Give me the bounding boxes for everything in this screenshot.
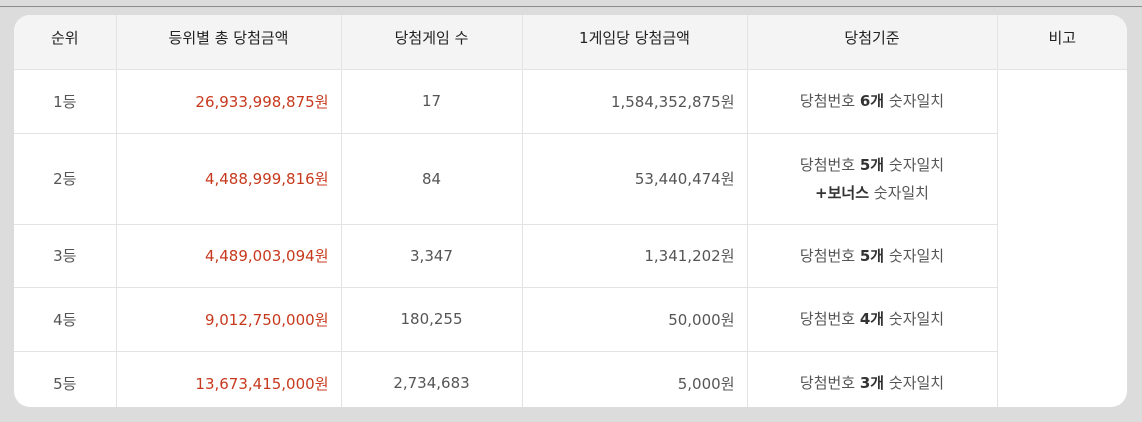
prize-table: 순위 등위별 총 당첨금액 당첨게임 수 1게임당 당첨금액 당첨기준 비고 1… — [14, 15, 1127, 407]
criteria-count: 6개 — [859, 92, 885, 110]
criteria-cell: 당첨번호 3개 숫자일치 — [746, 351, 997, 407]
criteria-cell: 당첨번호 4개 숫자일치 — [746, 287, 997, 352]
criteria-bonus-text: +보너스 숫자일치 — [748, 179, 997, 207]
rank-cell: 5등 — [53, 374, 77, 393]
criteria-suffix: 숫자일치 — [884, 374, 945, 393]
total-prize-cell: 9,012,750,000원 — [115, 287, 341, 352]
per-game-cell: 1,584,352,875원 — [521, 69, 747, 134]
criteria-text: 당첨번호 5개 숫자일치 — [748, 242, 997, 270]
criteria-bonus: +보너스 — [815, 183, 869, 202]
criteria-suffix: 숫자일치 — [884, 92, 945, 110]
header-winners: 당첨게임 수 — [340, 15, 522, 70]
total-prize-cell: 26,933,998,875원 — [115, 69, 341, 134]
criteria-cell: 당첨번호 6개 숫자일치 — [746, 69, 997, 134]
criteria-cell: 당첨번호 5개 숫자일치 — [746, 224, 997, 288]
criteria-prefix: 당첨번호 — [799, 374, 860, 393]
criteria-text: 당첨번호 4개 숫자일치 — [748, 305, 997, 333]
table-row: 1등 26,933,998,875원 17 1,584,352,875원 당첨번… — [14, 69, 1127, 407]
rank-cell: 4등 — [14, 287, 116, 352]
criteria-cell: 당첨번호 5개 숫자일치 +보너스 숫자일치 — [746, 133, 997, 225]
per-game-cell: 5,000원 — [521, 351, 747, 407]
table-row: 2등 4,488,999,816원 84 53,440,474원 당첨번호 5개… — [14, 133, 1127, 225]
table-row: 5등 13,673,415,000원 2,734,683 5,000원 당첨번호… — [14, 351, 1127, 407]
winners-cell: 3,347 — [340, 224, 522, 288]
per-game-cell: 50,000원 — [521, 287, 747, 352]
criteria-prefix: 당첨번호 — [799, 155, 860, 174]
table-header-row: 순위 등위별 총 당첨금액 당첨게임 수 1게임당 당첨금액 당첨기준 비고 — [14, 15, 1127, 70]
prize-table-card: 순위 등위별 총 당첨금액 당첨게임 수 1게임당 당첨금액 당첨기준 비고 1… — [14, 15, 1127, 407]
criteria-prefix: 당첨번호 — [799, 310, 860, 328]
criteria-text: 당첨번호 6개 숫자일치 — [748, 87, 997, 115]
header-total-prize: 등위별 총 당첨금액 — [115, 15, 341, 70]
total-prize-cell: 4,489,003,094원 — [115, 224, 341, 288]
note-cell — [996, 69, 1127, 407]
rank-cell: 2등 — [14, 133, 116, 225]
criteria-count: 4개 — [859, 310, 885, 328]
criteria-count: 5개 — [859, 246, 885, 265]
header-per-game: 1게임당 당첨금액 — [521, 15, 747, 70]
table-row: 3등 4,489,003,094원 3,347 1,341,202원 당첨번호 … — [14, 224, 1127, 288]
criteria-text: 당첨번호 3개 숫자일치 — [748, 369, 997, 397]
criteria-suffix: 숫자일치 — [884, 246, 945, 265]
criteria-suffix: 숫자일치 — [869, 183, 929, 202]
rank-cell: 3등 — [14, 224, 116, 288]
criteria-count: 3개 — [859, 374, 885, 393]
per-game-cell: 53,440,474원 — [521, 133, 747, 225]
header-criteria: 당첨기준 — [746, 15, 997, 70]
per-game-cell: 1,341,202원 — [521, 224, 747, 288]
criteria-prefix: 당첨번호 — [799, 92, 860, 110]
criteria-suffix: 숫자일치 — [884, 155, 945, 174]
total-prize-cell: 4,488,999,816원 — [115, 133, 341, 225]
winners-cell: 84 — [340, 133, 522, 225]
criteria-suffix: 숫자일치 — [884, 310, 945, 328]
criteria-text: 당첨번호 5개 숫자일치 — [748, 151, 997, 179]
criteria-count: 5개 — [859, 155, 885, 174]
header-note: 비고 — [996, 15, 1127, 70]
winners-cell: 17 — [340, 69, 522, 134]
total-prize-cell: 13,673,415,000원 — [115, 351, 341, 407]
table-row: 4등 9,012,750,000원 180,255 50,000원 당첨번호 4… — [14, 287, 1127, 352]
rank-cell: 1등 — [14, 69, 116, 134]
criteria-prefix: 당첨번호 — [799, 246, 860, 265]
winners-cell: 180,255 — [340, 287, 522, 352]
header-rank: 순위 — [14, 15, 116, 70]
winners-cell: 2,734,683 — [340, 351, 522, 407]
